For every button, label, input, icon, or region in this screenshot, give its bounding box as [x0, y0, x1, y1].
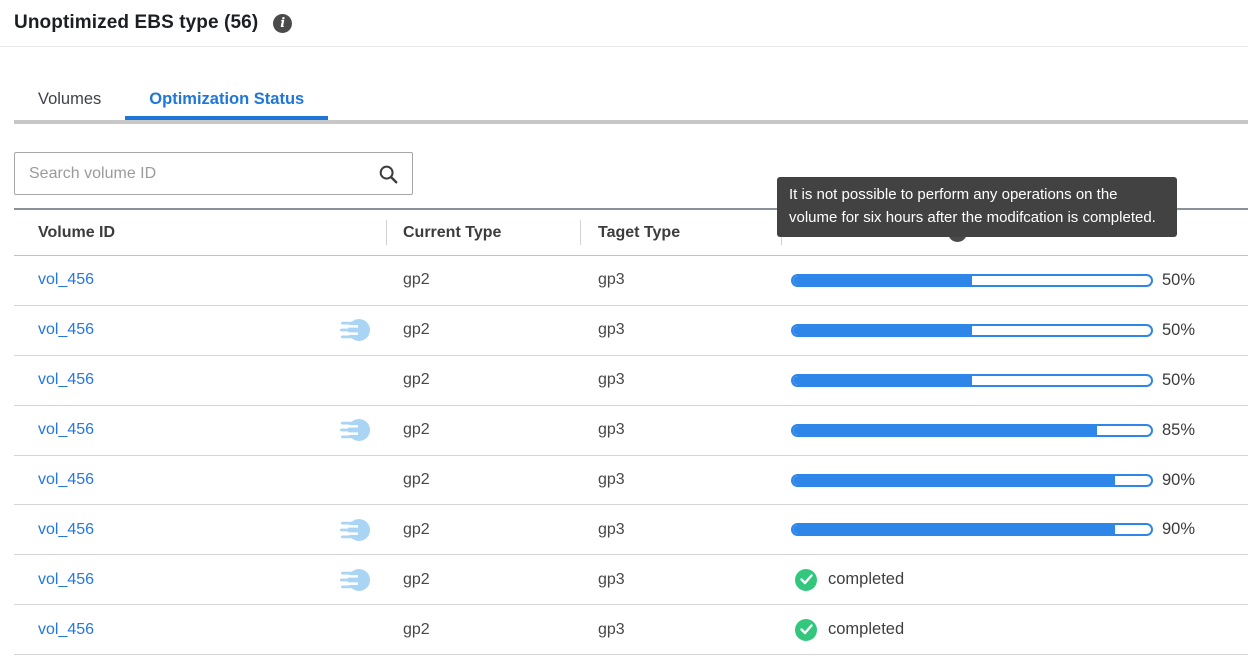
- volume-id-link[interactable]: vol_456: [38, 571, 94, 589]
- table-row: vol_456 gp2 gp3 50%: [14, 256, 1248, 306]
- target-type-value: gp3: [598, 371, 625, 389]
- tab-underline-track: [14, 120, 1248, 124]
- volume-id-link[interactable]: vol_456: [38, 371, 94, 389]
- modification-progress: 50%: [791, 321, 1195, 340]
- current-type-value: gp2: [403, 621, 430, 639]
- progress-bar-fill: [793, 525, 1115, 534]
- column-header-taget-type: Taget Type: [580, 210, 781, 255]
- search-box: [14, 152, 413, 195]
- volume-id-link[interactable]: vol_456: [38, 271, 94, 289]
- tab-volumes[interactable]: Volumes: [14, 84, 125, 120]
- progress-percent-label: 90%: [1162, 471, 1195, 490]
- column-header-current-type: Current Type: [386, 210, 580, 255]
- current-type-value: gp2: [403, 571, 430, 589]
- modification-progress: 90%: [791, 471, 1195, 490]
- progress-percent-label: 50%: [1162, 321, 1195, 340]
- modification-completed: completed: [795, 619, 904, 641]
- current-type-value: gp2: [403, 421, 430, 439]
- table-row: vol_456 gp2 gp3 50%: [14, 306, 1248, 356]
- modification-completed: completed: [795, 569, 904, 591]
- progress-bar-fill: [793, 276, 972, 285]
- table-row: vol_456 gp2 gp3: [14, 605, 1248, 655]
- table-row: vol_456 gp2 gp3 90%: [14, 505, 1248, 555]
- volume-id-link[interactable]: vol_456: [38, 421, 94, 439]
- search-input[interactable]: [15, 153, 412, 194]
- completed-label: completed: [828, 570, 904, 589]
- modification-progress: 90%: [791, 520, 1195, 539]
- progress-bar: [791, 324, 1153, 337]
- progress-percent-label: 85%: [1162, 421, 1195, 440]
- volume-id-link[interactable]: vol_456: [38, 471, 94, 489]
- tab-optimization-status[interactable]: Optimization Status: [125, 84, 328, 120]
- page-title: Unoptimized EBS type (56): [14, 12, 258, 34]
- volume-id-link[interactable]: vol_456: [38, 621, 94, 639]
- current-type-value: gp2: [403, 371, 430, 389]
- target-type-value: gp3: [598, 471, 625, 489]
- progress-bar: [791, 374, 1153, 387]
- fast-modification-icon: [340, 417, 371, 444]
- check-icon: [795, 569, 817, 591]
- title-info-icon[interactable]: i: [273, 14, 292, 33]
- page-header: Unoptimized EBS type (56) i: [0, 0, 1248, 47]
- modification-progress: 50%: [791, 271, 1195, 290]
- progress-bar: [791, 274, 1153, 287]
- volume-id-link[interactable]: vol_456: [38, 321, 94, 339]
- volumes-table: Volume IDCurrent TypeTaget TypeModificat…: [14, 208, 1248, 655]
- table-row: vol_456 gp2 gp3 50%: [14, 356, 1248, 406]
- current-type-value: gp2: [403, 321, 430, 339]
- progress-bar: [791, 523, 1153, 536]
- modification-progress: 85%: [791, 421, 1195, 440]
- target-type-value: gp3: [598, 621, 625, 639]
- target-type-value: gp3: [598, 421, 625, 439]
- current-type-value: gp2: [403, 471, 430, 489]
- fast-modification-icon: [340, 516, 371, 543]
- progress-bar-fill: [793, 426, 1097, 435]
- fast-modification-icon: [340, 317, 371, 344]
- completed-label: completed: [828, 620, 904, 639]
- table-row: vol_456 gp2 gp3 85%: [14, 406, 1248, 456]
- progress-bar-fill: [793, 326, 972, 335]
- progress-percent-label: 50%: [1162, 371, 1195, 390]
- target-type-value: gp3: [598, 571, 625, 589]
- modification-status-tooltip: It is not possible to perform any operat…: [777, 177, 1177, 237]
- tab-bar: VolumesOptimization Status: [14, 84, 1248, 124]
- current-type-value: gp2: [403, 271, 430, 289]
- current-type-value: gp2: [403, 521, 430, 539]
- table-row: vol_456 gp2 gp3 90%: [14, 456, 1248, 506]
- table-row: vol_456 gp2 gp3: [14, 555, 1248, 605]
- modification-progress: 50%: [791, 371, 1195, 390]
- volume-id-link[interactable]: vol_456: [38, 521, 94, 539]
- progress-bar-fill: [793, 476, 1115, 485]
- target-type-value: gp3: [598, 271, 625, 289]
- progress-bar-fill: [793, 376, 972, 385]
- progress-percent-label: 90%: [1162, 520, 1195, 539]
- progress-percent-label: 50%: [1162, 271, 1195, 290]
- column-header-volume-id: Volume ID: [14, 210, 386, 255]
- target-type-value: gp3: [598, 321, 625, 339]
- search-icon[interactable]: [377, 163, 399, 185]
- fast-modification-icon: [340, 566, 371, 593]
- progress-bar: [791, 424, 1153, 437]
- target-type-value: gp3: [598, 521, 625, 539]
- check-icon: [795, 619, 817, 641]
- progress-bar: [791, 474, 1153, 487]
